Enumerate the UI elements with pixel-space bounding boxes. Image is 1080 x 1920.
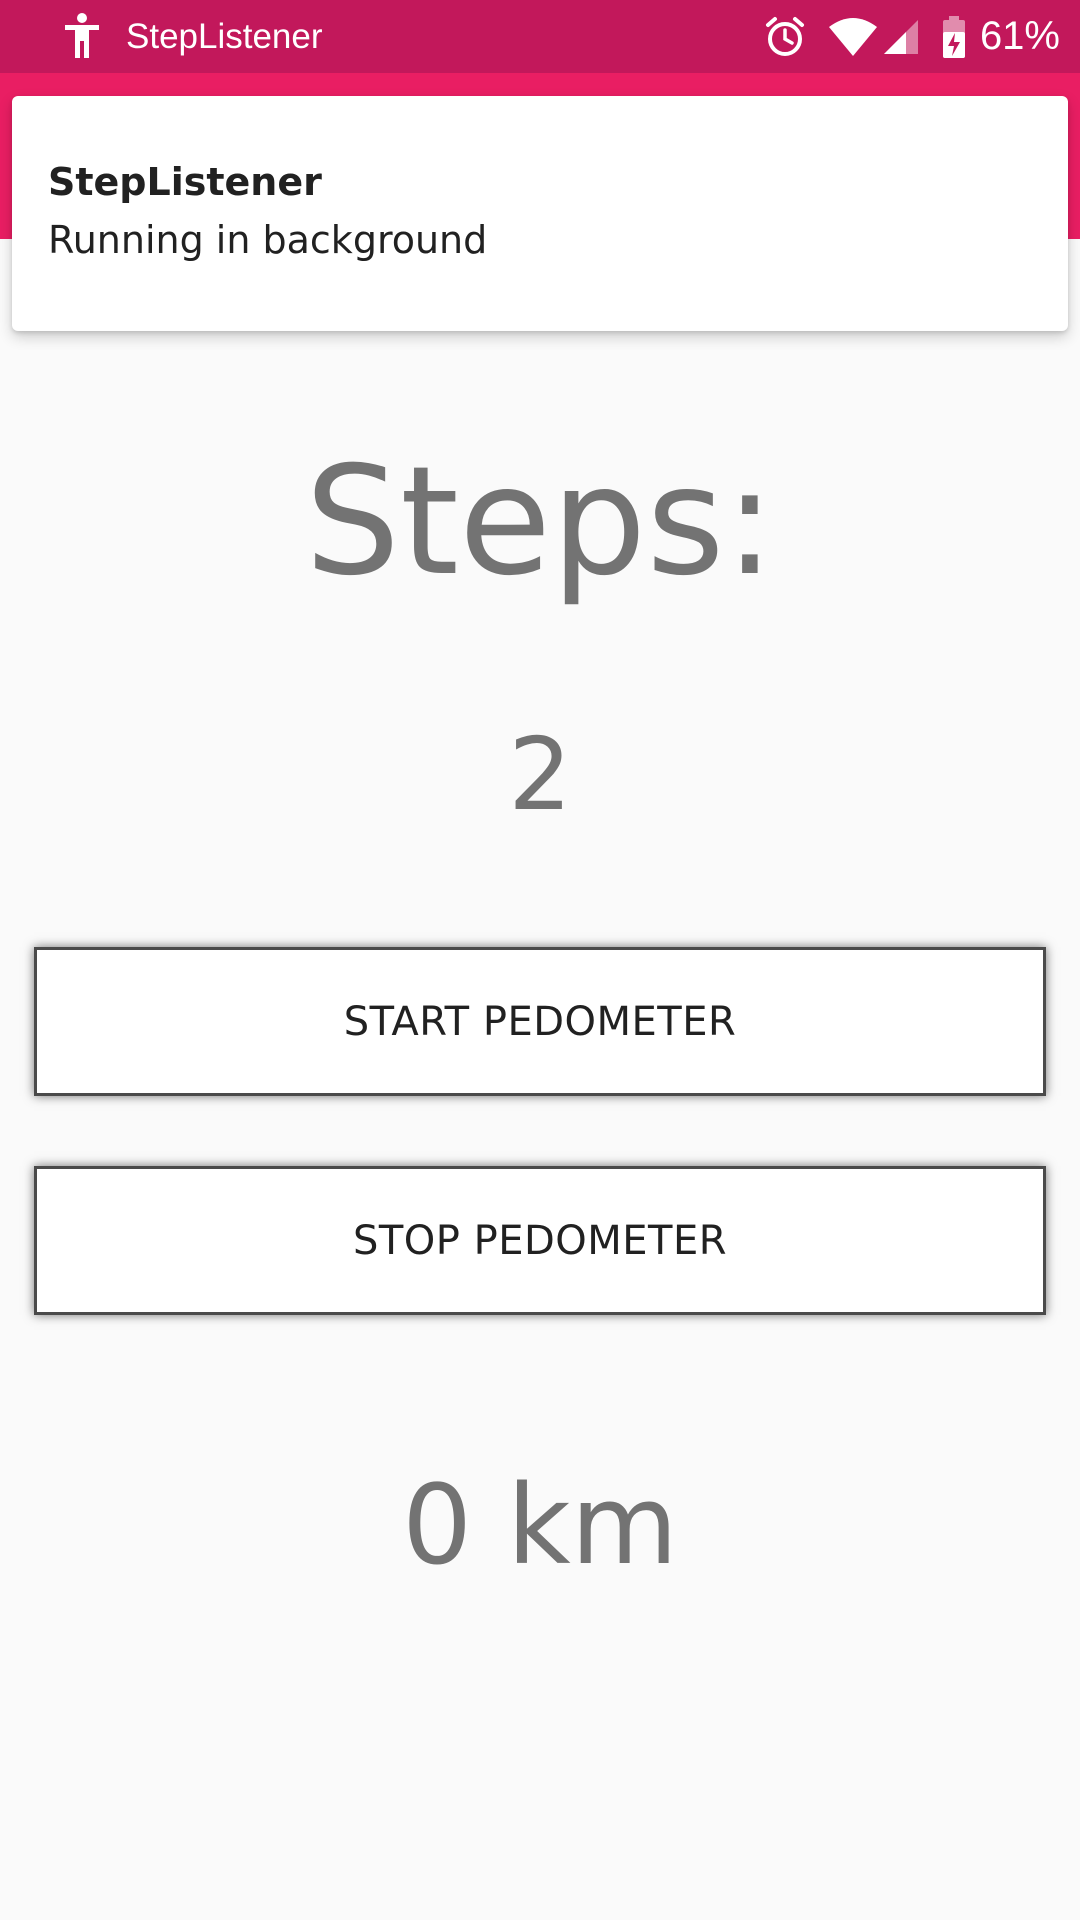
wifi-icon: [828, 17, 878, 57]
status-app-name: StepListener: [126, 16, 323, 56]
notification-text: Running in background: [48, 218, 488, 262]
status-bar: StepListener 61%: [0, 0, 1080, 73]
cell-signal-icon: [882, 18, 920, 56]
alarm-icon: [764, 16, 806, 58]
status-left: StepListener: [62, 0, 323, 73]
battery-charging-icon: [942, 15, 966, 58]
status-right: 61%: [764, 0, 1060, 73]
start-pedometer-button[interactable]: START PEDOMETER: [34, 947, 1046, 1096]
steps-label: Steps:: [304, 435, 776, 609]
stop-pedometer-button[interactable]: STOP PEDOMETER: [34, 1166, 1046, 1315]
battery-percent: 61%: [979, 14, 1060, 58]
notification-card[interactable]: [12, 96, 1068, 331]
accessibility-icon: [62, 12, 102, 62]
notification-title: StepListener: [48, 160, 322, 204]
steps-count: 2: [508, 716, 572, 833]
distance-value: 0 km: [402, 1461, 678, 1589]
